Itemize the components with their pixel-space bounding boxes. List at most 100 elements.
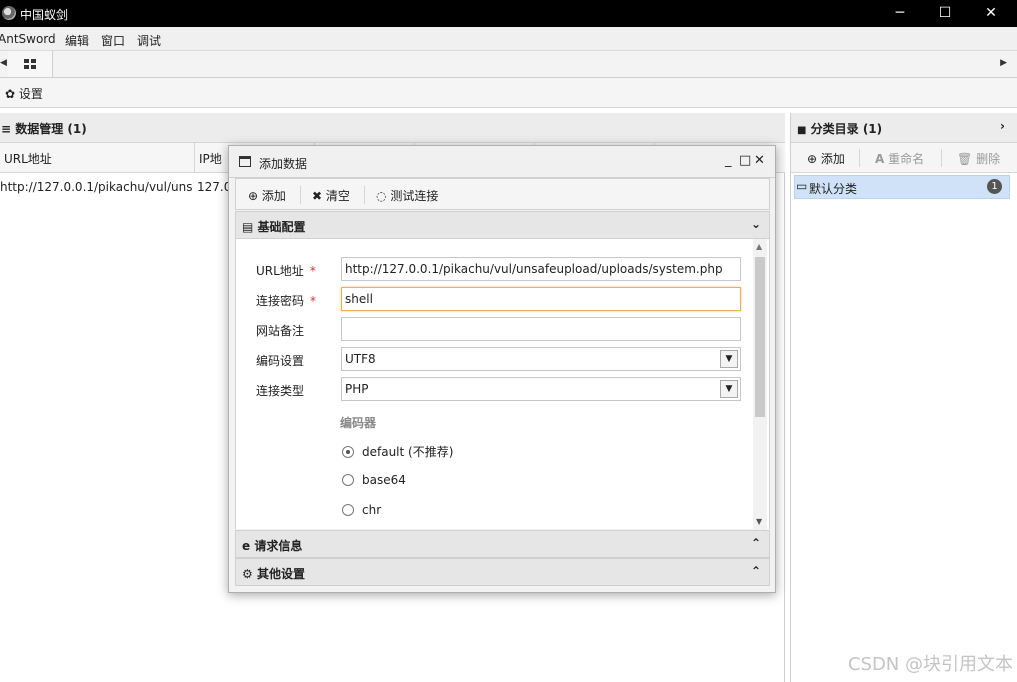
basic-config-form: URL地址 * http://127.0.0.1/pikachu/vul/unsa… <box>235 239 770 529</box>
password-input[interactable]: shell <box>341 287 741 311</box>
scroll-thumb[interactable] <box>755 257 765 417</box>
url-label: URL地址 * <box>256 262 316 279</box>
category-toolbar: ⊕ 添加 A 重命名 🗑 删除 <box>791 143 1017 173</box>
form-scrollbar[interactable]: ▲ ▼ <box>753 239 767 529</box>
menu-antsword[interactable]: AntSword <box>0 32 56 46</box>
request-info-section[interactable]: e 请求信息 ⌃ <box>235 530 770 558</box>
row-url-cell: http://127.0.0.1/pikachu/vul/unsa <box>0 180 193 194</box>
password-label-text: 连接密码 <box>256 294 305 308</box>
encoder-base64-radio[interactable]: base64 <box>342 473 406 487</box>
folder-icon: ■ <box>797 125 807 136</box>
plus-circle-icon: ⊕ <box>807 152 818 166</box>
note-input[interactable] <box>341 317 741 341</box>
chevron-down-icon: ⌄ <box>750 217 761 231</box>
required-mark: * <box>309 264 316 278</box>
chevron-right-icon[interactable]: › <box>1000 119 1005 133</box>
toolbar-divider <box>300 186 301 204</box>
encoder-chr-label: chr <box>362 503 382 517</box>
test-connection-label: 测试连接 <box>390 189 439 203</box>
tab-home[interactable] <box>8 51 53 77</box>
type-select[interactable]: PHP ▼ <box>341 377 741 401</box>
category-rename-button[interactable]: A 重命名 <box>875 150 924 167</box>
plus-circle-icon: ⊕ <box>248 189 259 203</box>
encoding-label: 编码设置 <box>256 354 305 368</box>
type-select-value: PHP <box>345 382 369 396</box>
category-delete-button[interactable]: 🗑 删除 <box>957 150 1000 167</box>
window-titlebar: 中国蚁剑 ─ ☐ ✕ <box>0 0 1017 27</box>
tab-scroll-left-icon[interactable]: ◀ <box>0 58 7 68</box>
clear-button[interactable]: ✖ 清空 <box>312 187 350 204</box>
dialog-title: 添加数据 <box>259 157 308 171</box>
dialog-close-button[interactable]: ✕ <box>754 153 765 168</box>
chevron-up-icon: ⌃ <box>750 536 761 550</box>
category-delete-label: 删除 <box>976 152 1001 166</box>
other-settings-title: 其他设置 <box>256 567 305 581</box>
scroll-up-icon[interactable]: ▲ <box>756 242 762 251</box>
minimize-button[interactable]: ─ <box>877 0 923 27</box>
encoder-default-radio[interactable]: default (不推荐) <box>342 443 453 460</box>
radio-checked-icon <box>342 446 354 458</box>
count-badge: 1 <box>987 179 1002 194</box>
column-url[interactable]: URL地址 <box>0 143 195 173</box>
test-connection-button[interactable]: ◌ 测试连接 <box>376 187 438 204</box>
category-add-label: 添加 <box>820 152 845 166</box>
category-item-default[interactable]: ▭ 默认分类 1 <box>794 175 1010 199</box>
category-add-button[interactable]: ⊕ 添加 <box>807 150 845 167</box>
encoder-default-label: default (不推荐) <box>362 445 454 459</box>
radio-icon <box>342 504 354 516</box>
chevron-down-icon: ▼ <box>720 380 738 398</box>
add-button-label: 添加 <box>261 189 286 203</box>
gear-icon: ✿ <box>5 87 16 101</box>
dialog-minimize-button[interactable]: _ <box>725 153 732 168</box>
request-info-title: 请求信息 <box>254 539 303 553</box>
settings-toolbar: ✿ 设置 <box>0 78 1017 108</box>
settings-button[interactable]: ✿ 设置 <box>5 85 43 102</box>
menu-debug[interactable]: 调试 <box>137 32 161 49</box>
chevron-up-icon: ⌃ <box>750 564 761 578</box>
close-icon: ✖ <box>312 189 323 203</box>
tab-bar: ◀ ▶ <box>0 51 1017 78</box>
type-label: 连接类型 <box>256 384 305 398</box>
menu-window[interactable]: 窗口 <box>101 32 125 49</box>
folder-open-icon: ▭ <box>796 179 808 193</box>
maximize-button[interactable]: ☐ <box>922 0 968 27</box>
clear-button-label: 清空 <box>325 189 350 203</box>
encoder-chr-radio[interactable]: chr <box>342 503 381 517</box>
other-settings-section[interactable]: ⚙ 其他设置 ⌃ <box>235 558 770 586</box>
category-panel: ■ 分类目录 (1) › ⊕ 添加 A 重命名 🗑 删除 ▭ 默认分类 1 <box>790 113 1017 682</box>
dialog-toolbar: ⊕ 添加 ✖ 清空 ◌ 测试连接 <box>235 178 770 210</box>
toolbar-divider <box>941 149 942 167</box>
grid-icon <box>24 59 36 69</box>
trash-icon: 🗑 <box>957 152 973 166</box>
close-window-button[interactable]: ✕ <box>968 0 1014 27</box>
spinner-icon: ◌ <box>376 189 387 203</box>
basic-config-section[interactable]: ▤ 基础配置 ⌄ <box>235 211 770 239</box>
note-label: 网站备注 <box>256 324 305 338</box>
url-input[interactable]: http://127.0.0.1/pikachu/vul/unsafeuploa… <box>341 257 741 281</box>
data-panel-title: ≡ 数据管理 (1) <box>0 113 785 143</box>
radio-icon <box>342 474 354 486</box>
dialog-header: 添加数据 _ □ ✕ <box>229 146 775 178</box>
gears-icon: ⚙ <box>242 567 253 581</box>
add-button[interactable]: ⊕ 添加 <box>248 187 286 204</box>
tab-scroll-right-icon[interactable]: ▶ <box>1000 58 1007 68</box>
menu-bar: AntSword 编辑 窗口 调试 <box>0 27 1017 51</box>
window-title: 中国蚁剑 <box>20 8 69 22</box>
font-icon: A <box>875 152 885 166</box>
category-panel-header: ■ 分类目录 (1) <box>791 113 1017 143</box>
dialog-maximize-button[interactable]: □ <box>739 153 751 168</box>
category-item-label: 默认分类 <box>809 182 858 196</box>
encoding-select[interactable]: UTF8 ▼ <box>341 347 741 371</box>
watermark: CSDN @块引用文本 <box>847 654 1013 675</box>
toolbar-divider <box>859 149 860 167</box>
basic-config-title: 基础配置 <box>257 220 306 234</box>
encoding-select-value: UTF8 <box>345 352 376 366</box>
menu-edit[interactable]: 编辑 <box>65 32 89 49</box>
toolbar-divider <box>364 186 365 204</box>
antsword-logo-icon <box>2 6 16 20</box>
window-icon <box>239 156 251 167</box>
required-mark: * <box>310 294 317 308</box>
category-rename-label: 重命名 <box>888 152 925 166</box>
scroll-down-icon[interactable]: ▼ <box>756 517 762 526</box>
url-label-text: URL地址 <box>256 264 304 278</box>
